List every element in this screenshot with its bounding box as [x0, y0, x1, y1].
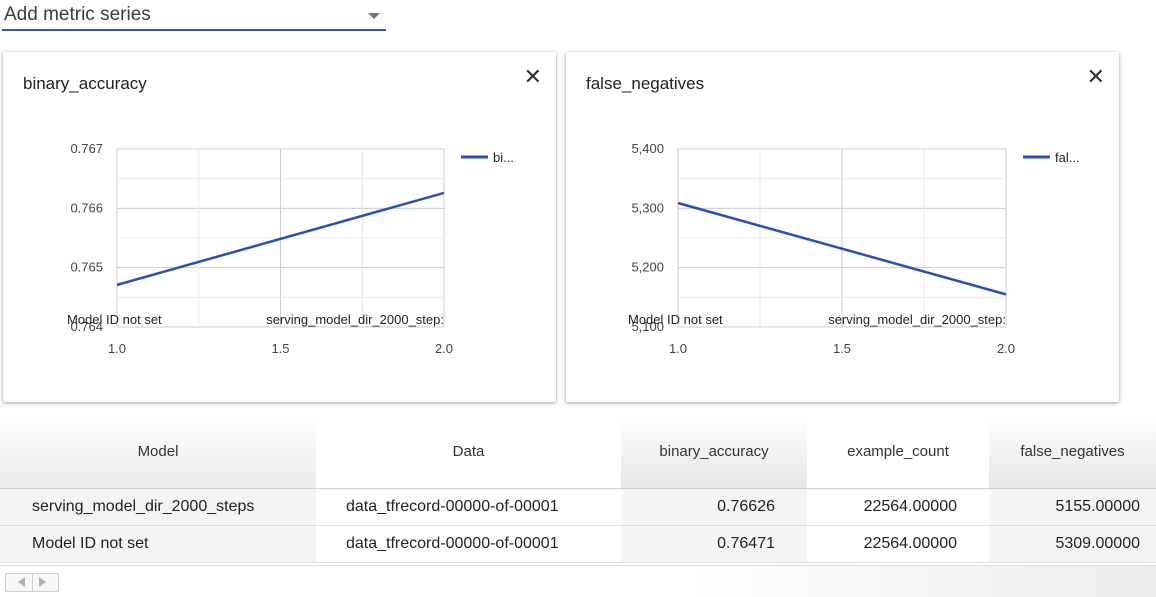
table-row[interactable]: Model ID not set data_tfrecord-00000-of-…	[0, 525, 1156, 563]
column-header-false-negatives[interactable]: false_negatives	[989, 415, 1156, 489]
point-label: serving_model_dir_2000_step:	[828, 312, 1006, 327]
legend-label: bi...	[493, 150, 514, 165]
x-tick-label: 1.0	[108, 341, 126, 356]
table-row[interactable]: serving_model_dir_2000_steps data_tfreco…	[0, 488, 1156, 526]
horizontal-scrollbar[interactable]	[0, 565, 1156, 597]
scroll-button-divider	[32, 574, 33, 591]
column-header-example-count[interactable]: example_count	[807, 415, 989, 489]
y-tick-label: 0.767	[70, 141, 103, 156]
y-tick-label: 5,200	[631, 260, 664, 275]
scroll-buttons	[5, 573, 59, 592]
scroll-left-icon[interactable]	[18, 577, 25, 587]
chart-false-negatives: 5,1005,2005,3005,4001.0 1.5 2.0Model ID no…	[628, 141, 1080, 356]
cell-model: Model ID not set	[0, 525, 316, 563]
x-tick-label: 1.5	[833, 341, 851, 356]
x-tick-label: 2.0	[997, 341, 1015, 356]
metrics-table: Model Data binary_accuracy example_count…	[0, 415, 1156, 563]
point-label: Model ID not set	[628, 312, 723, 327]
y-tick-label: 0.765	[70, 260, 103, 275]
cell-example-count: 22564.00000	[807, 525, 989, 563]
y-tick-label: 0.766	[70, 200, 103, 215]
x-tick-label: 1.5	[271, 341, 289, 356]
y-tick-label: 5,400	[631, 141, 664, 156]
cell-binary-accuracy: 0.76626	[621, 488, 807, 526]
chart-card-false-negatives: false_negatives ✕ 5,100 5,200 5,300 5,400 1.…	[566, 52, 1119, 402]
y-tick-label: 5,300	[631, 200, 664, 215]
column-header-data[interactable]: Data	[316, 415, 621, 489]
table-header-row: Model Data binary_accuracy example_count…	[0, 415, 1156, 489]
legend-label: fal...	[1055, 150, 1080, 165]
cell-data: data_tfrecord-00000-of-00001	[316, 525, 621, 563]
chart-card-binary-accuracy: binary_accuracy ✕ 0.764 0.765 0.766 0.767 1.…	[3, 52, 556, 402]
dropdown-label: Add metric series	[4, 4, 151, 25]
column-header-model[interactable]: Model	[0, 415, 316, 489]
column-header-binary-accuracy[interactable]: binary_accuracy	[621, 415, 807, 489]
cell-example-count: 22564.00000	[807, 488, 989, 526]
cell-false-negatives: 5155.00000	[989, 488, 1156, 526]
add-metric-series-dropdown[interactable]: Add metric series	[2, 0, 386, 31]
cell-data: data_tfrecord-00000-of-00001	[316, 488, 621, 526]
point-label: Model ID not set	[67, 312, 162, 327]
cell-binary-accuracy: 0.76471	[621, 525, 807, 563]
chevron-down-icon[interactable]	[368, 13, 380, 19]
point-label: serving_model_dir_2000_step:	[266, 312, 444, 327]
cell-model: serving_model_dir_2000_steps	[0, 488, 316, 526]
scroll-right-icon[interactable]	[39, 577, 46, 587]
chart-binary-accuracy: 0.7640.7650.7660.7671.0 1.5 2.0Model ID no…	[67, 141, 514, 356]
x-tick-label: 2.0	[435, 341, 453, 356]
cell-false-negatives: 5309.00000	[989, 525, 1156, 563]
x-tick-label: 1.0	[669, 341, 687, 356]
